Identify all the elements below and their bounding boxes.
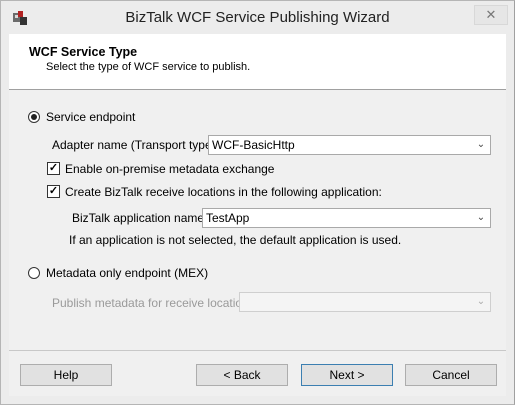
close-button[interactable]: ✕ [474, 5, 508, 25]
app-name-label: BizTalk application name: [72, 211, 208, 225]
button-divider [9, 350, 506, 351]
app-name-value: TestApp [206, 211, 250, 225]
metadata-exchange-checkbox[interactable]: ✓ [47, 162, 60, 175]
help-button[interactable]: Help [20, 364, 112, 386]
wizard-header: WCF Service Type Select the type of WCF … [9, 34, 506, 90]
publish-metadata-label: Publish metadata for receive location: [52, 296, 253, 310]
chevron-down-icon: ⌄ [476, 139, 486, 150]
page-title: WCF Service Type [29, 45, 138, 59]
chevron-down-icon: ⌄ [476, 296, 486, 307]
mex-endpoint-radio[interactable] [28, 267, 40, 279]
page-subtitle: Select the type of WCF service to publis… [46, 61, 251, 73]
window-title: BizTalk WCF Service Publishing Wizard [125, 9, 390, 26]
close-icon: ✕ [485, 7, 497, 22]
app-note-text: If an application is not selected, the d… [69, 233, 402, 247]
next-button[interactable]: Next > [301, 364, 393, 386]
adapter-name-select[interactable]: WCF-BasicHttp ⌄ [208, 135, 491, 155]
create-receive-locations-label[interactable]: Create BizTalk receive locations in the … [65, 185, 382, 199]
create-receive-locations-checkbox[interactable]: ✓ [47, 185, 60, 198]
title-bar[interactable]: BizTalk WCF Service Publishing Wizard ✕ [1, 1, 514, 33]
checkmark-icon: ✓ [48, 185, 59, 197]
back-button[interactable]: < Back [196, 364, 288, 386]
mex-endpoint-label[interactable]: Metadata only endpoint (MEX) [46, 266, 208, 280]
adapter-name-label: Adapter name (Transport type): [52, 138, 219, 152]
publish-metadata-select[interactable]: ⌄ [239, 292, 491, 312]
metadata-exchange-label[interactable]: Enable on-premise metadata exchange [65, 162, 274, 176]
service-endpoint-label[interactable]: Service endpoint [46, 110, 135, 124]
adapter-name-value: WCF-BasicHttp [212, 138, 295, 152]
cancel-button[interactable]: Cancel [405, 364, 497, 386]
wizard-window: BizTalk WCF Service Publishing Wizard ✕ … [0, 0, 515, 405]
service-endpoint-radio[interactable] [28, 111, 40, 123]
app-name-select[interactable]: TestApp ⌄ [202, 208, 491, 228]
chevron-down-icon: ⌄ [476, 212, 486, 223]
checkmark-icon: ✓ [48, 162, 59, 174]
